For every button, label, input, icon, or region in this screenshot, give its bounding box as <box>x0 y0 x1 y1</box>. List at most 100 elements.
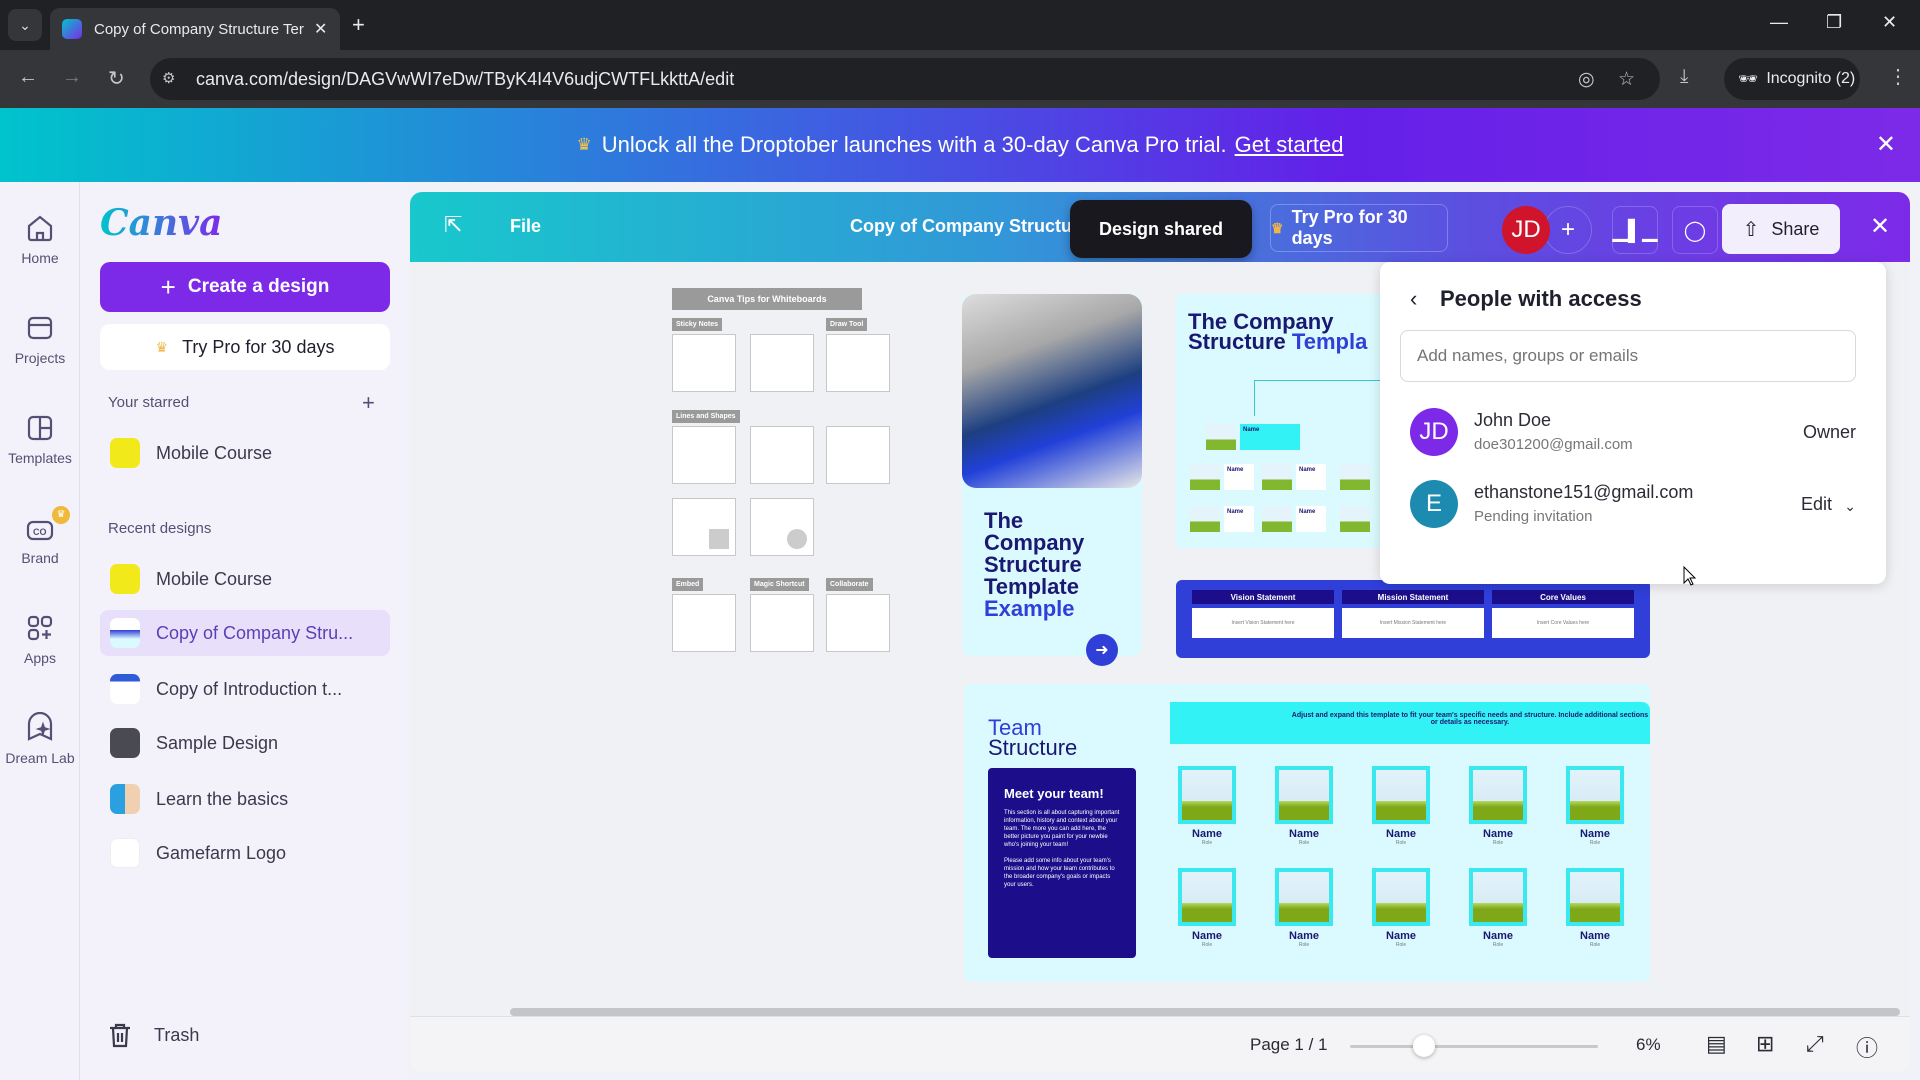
promo-banner: ♛ Unlock all the Droptober launches with… <box>0 108 1920 182</box>
add-starred-icon[interactable]: + <box>362 390 375 416</box>
vision-mission-values[interactable]: Vision Statement Insert Vision Statement… <box>1176 580 1650 658</box>
design-thumbnail <box>110 618 140 648</box>
tip-section-label: Collaborate <box>826 578 873 591</box>
team-member-card: Name Role <box>1178 766 1236 846</box>
back-chevron-icon[interactable]: ‹ <box>1410 286 1417 312</box>
add-collaborator-button[interactable]: + <box>1544 206 1592 254</box>
tips-title: Canva Tips for Whiteboards <box>672 288 862 310</box>
member-name: Name <box>1192 828 1222 840</box>
recent-item[interactable]: Learn the basics <box>100 776 390 822</box>
add-people-input[interactable] <box>1400 330 1856 382</box>
editor-close-icon[interactable]: ✕ <box>1870 212 1890 241</box>
member-name: Name <box>1386 930 1416 942</box>
share-button[interactable]: ⇧ Share <box>1722 204 1840 254</box>
tip-card <box>826 426 890 484</box>
canva-logo[interactable]: Canva <box>100 202 222 244</box>
tip-card <box>672 334 736 392</box>
pro-crown-badge-icon: ♛ <box>52 506 70 524</box>
member-name: Name <box>1386 828 1416 840</box>
trash-button[interactable]: Trash <box>108 1022 199 1048</box>
design-thumbnail <box>110 674 140 704</box>
recent-item-active[interactable]: Copy of Company Stru... <box>100 610 390 656</box>
forward-icon[interactable]: → <box>62 66 82 89</box>
org-card: Name <box>1224 506 1254 532</box>
bookmark-star-icon[interactable]: ☆ <box>1618 68 1635 91</box>
site-settings-icon[interactable]: ⚙ <box>162 69 175 87</box>
rail-item-home[interactable]: Home <box>0 212 80 266</box>
member-image-placeholder <box>1275 766 1333 824</box>
recent-heading: Recent designs <box>108 520 212 537</box>
rail-item-dream-lab[interactable]: Dream Lab <box>0 712 80 766</box>
tab-search-button[interactable]: ⌄ <box>8 9 42 41</box>
browser-menu-icon[interactable]: ⋮ <box>1888 64 1908 89</box>
reload-icon[interactable]: ↻ <box>108 66 125 91</box>
tab-close-icon[interactable]: ✕ <box>314 19 327 39</box>
new-tab-button[interactable]: + <box>352 12 365 38</box>
team-structure-page[interactable]: Team Structure Meet your team! This sect… <box>964 684 1650 982</box>
fullscreen-icon[interactable]: ⤢ <box>1806 1031 1824 1057</box>
side-panel: Canva + Create a design ♛ Try Pro for 30… <box>80 182 408 1080</box>
hero-page[interactable]: The Company Structure Template Example ➜ <box>962 294 1142 666</box>
permission-dropdown[interactable]: Edit <box>1801 494 1832 515</box>
incognito-label: Incognito (2) <box>1766 70 1856 87</box>
person-name: John Doe <box>1474 410 1552 430</box>
member-role: Role <box>1201 942 1213 948</box>
comments-button[interactable]: ◯ <box>1672 206 1718 254</box>
horizontal-scrollbar[interactable] <box>510 1008 1900 1016</box>
member-image-placeholder <box>1372 766 1430 824</box>
recent-item[interactable]: Gamefarm Logo <box>100 830 390 876</box>
member-name: Name <box>1483 828 1513 840</box>
browser-tab[interactable]: Copy of Company Structure Ter ✕ <box>50 8 340 50</box>
member-image-placeholder <box>1372 868 1430 926</box>
meet-your-team-card: Meet your team! This section is all abou… <box>988 768 1136 958</box>
starred-item[interactable]: Mobile Course <box>100 430 390 476</box>
tips-whiteboard[interactable]: Canva Tips for Whiteboards Sticky Notes … <box>672 288 902 688</box>
design-thumbnail <box>110 728 140 758</box>
restore-icon[interactable]: ❐ <box>1826 12 1842 33</box>
grid-view-icon[interactable]: ⊞ <box>1756 1031 1774 1057</box>
create-design-button[interactable]: + Create a design <box>100 262 390 312</box>
rail-item-projects[interactable]: Projects <box>0 312 80 366</box>
try-pro-button[interactable]: ♛ Try Pro for 30 days <box>1270 204 1448 252</box>
org-chart-page[interactable]: The Company Structure Templa Name Name N… <box>1176 294 1390 548</box>
notes-view-icon[interactable]: ▤ <box>1706 1031 1727 1057</box>
eye-off-icon[interactable]: ◎ <box>1578 68 1595 91</box>
page-indicator[interactable]: Page 1 / 1 <box>1250 1035 1328 1055</box>
people-with-access-panel: ‹ People with access JD John Doe doe3012… <box>1380 262 1886 584</box>
org-image-placeholder <box>1340 464 1370 490</box>
rail-item-templates[interactable]: Templates <box>0 412 80 466</box>
recent-item[interactable]: Mobile Course <box>100 556 390 602</box>
analytics-button[interactable]: ▁▌▁ <box>1612 206 1658 254</box>
tip-section-label: Draw Tool <box>826 318 868 331</box>
recent-item[interactable]: Copy of Introduction t... <box>100 666 390 712</box>
get-started-link[interactable]: Get started <box>1235 132 1344 158</box>
incognito-badge[interactable]: 🕶 Incognito (2) <box>1724 58 1860 100</box>
zoom-slider[interactable] <box>1350 1035 1598 1057</box>
back-icon[interactable]: ← <box>18 66 38 89</box>
document-title[interactable]: Copy of Company Structure Template <box>850 216 1070 237</box>
icon-rail: Home Projects Templates CO ♛ Brand Apps … <box>0 182 80 1080</box>
recent-item[interactable]: Sample Design <box>100 720 390 766</box>
url-text[interactable]: canva.com/design/DAGVwWI7eDw/TByK4I4V6ud… <box>196 69 734 90</box>
open-external-icon[interactable]: ⇱ <box>444 212 462 238</box>
try-pro-button[interactable]: ♛ Try Pro for 30 days <box>100 324 390 370</box>
help-icon[interactable]: ⓘ <box>1856 1031 1878 1063</box>
rail-item-apps[interactable]: Apps <box>0 612 80 666</box>
minimize-icon[interactable]: — <box>1770 12 1788 33</box>
arrow-right-icon: ➜ <box>1086 634 1118 666</box>
rail-item-brand[interactable]: CO ♛ Brand <box>0 506 80 566</box>
promo-close-icon[interactable]: ✕ <box>1876 130 1896 159</box>
user-avatar[interactable]: JD <box>1502 206 1550 254</box>
member-role: Role <box>1589 840 1601 846</box>
chevron-down-icon[interactable]: ⌄ <box>1844 498 1856 515</box>
person-name: ethanstone151@gmail.com <box>1474 482 1694 502</box>
zoom-slider-thumb[interactable] <box>1413 1035 1436 1057</box>
file-menu[interactable]: File <box>510 216 541 237</box>
mission-column: Mission Statement Insert Mission Stateme… <box>1342 590 1484 638</box>
download-icon[interactable]: ⤓ <box>1680 66 1688 88</box>
window-close-icon[interactable]: ✕ <box>1882 12 1897 33</box>
try-pro-label: Try Pro for 30 days <box>182 336 335 357</box>
url-field[interactable]: ⚙ canva.com/design/DAGVwWI7eDw/TByK4I4V6… <box>150 58 1660 100</box>
zoom-percentage[interactable]: 6% <box>1636 1035 1661 1055</box>
tab-title: Copy of Company Structure Ter <box>94 20 304 38</box>
